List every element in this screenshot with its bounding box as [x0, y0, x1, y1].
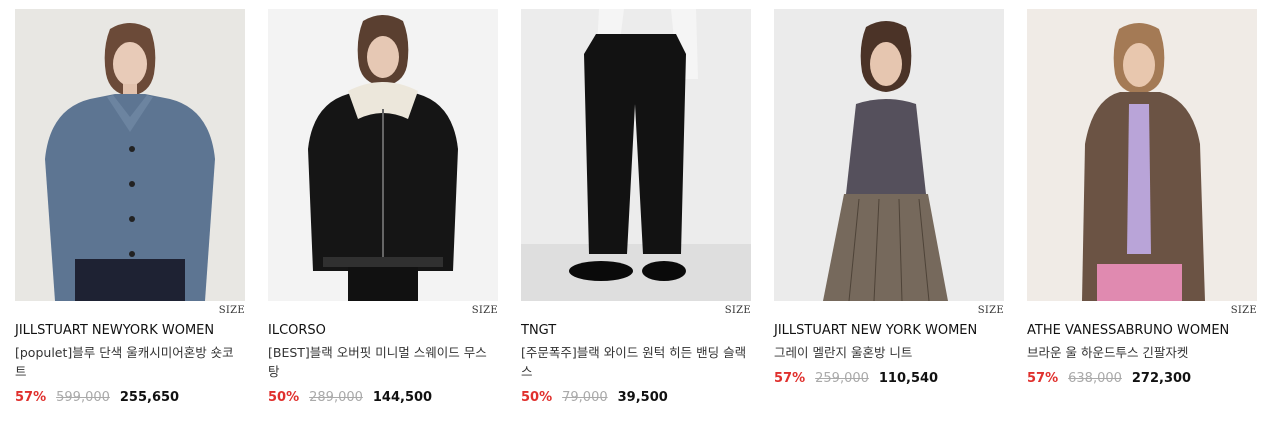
discount-rate: 50%	[268, 390, 300, 405]
original-price: 259,000	[815, 371, 869, 386]
product-image[interactable]	[1027, 9, 1257, 301]
product-name[interactable]: [BEST]블랙 오버핏 미니멀 스웨이드 무스탕	[268, 343, 498, 381]
original-price: 79,000	[562, 390, 608, 405]
discount-rate: 57%	[1027, 371, 1059, 386]
product-image[interactable]	[521, 9, 751, 301]
discount-rate: 50%	[521, 390, 553, 405]
size-label[interactable]: SIZE	[774, 302, 1004, 322]
product-brand[interactable]: JILLSTUART NEW YORK WOMEN	[774, 322, 1004, 340]
discount-rate: 57%	[15, 390, 47, 405]
product-brand[interactable]: ILCORSO	[268, 322, 498, 340]
sale-price: 110,540	[878, 371, 939, 386]
sale-price: 255,650	[119, 390, 180, 405]
product-image[interactable]	[268, 9, 498, 301]
product-image[interactable]	[15, 9, 245, 301]
price-row: 50% 79,000 39,500	[521, 390, 751, 405]
price-row: 57% 638,000 272,300	[1027, 371, 1257, 386]
product-card[interactable]: SIZE JILLSTUART NEW YORK WOMEN 그레이 멜란지 울…	[774, 9, 1004, 405]
discount-rate: 57%	[774, 371, 806, 386]
product-grid: SIZE JILLSTUART NEWYORK WOMEN [populet]블…	[15, 9, 1257, 405]
product-card[interactable]: SIZE TNGT [주문폭주]블랙 와이드 원턱 히든 밴딩 슬랙스 50% …	[521, 9, 751, 405]
size-label[interactable]: SIZE	[15, 302, 245, 322]
product-name[interactable]: [주문폭주]블랙 와이드 원턱 히든 밴딩 슬랙스	[521, 343, 751, 381]
sale-price: 272,300	[1131, 371, 1192, 386]
product-brand[interactable]: ATHE VANESSABRUNO WOMEN	[1027, 322, 1257, 340]
product-card[interactable]: SIZE ATHE VANESSABRUNO WOMEN 브라운 울 하운드투스…	[1027, 9, 1257, 405]
original-price: 599,000	[56, 390, 110, 405]
product-name[interactable]: [populet]블루 단색 울캐시미어혼방 숏코트	[15, 343, 245, 381]
size-label[interactable]: SIZE	[521, 302, 751, 322]
original-price: 289,000	[309, 390, 363, 405]
product-brand[interactable]: TNGT	[521, 322, 751, 340]
product-name[interactable]: 그레이 멜란지 울혼방 니트	[774, 343, 1004, 362]
price-row: 57% 259,000 110,540	[774, 371, 1004, 386]
original-price: 638,000	[1068, 371, 1122, 386]
size-label[interactable]: SIZE	[1027, 302, 1257, 322]
product-image[interactable]	[774, 9, 1004, 301]
price-row: 57% 599,000 255,650	[15, 390, 245, 405]
product-card[interactable]: SIZE ILCORSO [BEST]블랙 오버핏 미니멀 스웨이드 무스탕 5…	[268, 9, 498, 405]
sale-price: 39,500	[617, 390, 668, 405]
size-label[interactable]: SIZE	[268, 302, 498, 322]
product-brand[interactable]: JILLSTUART NEWYORK WOMEN	[15, 322, 245, 340]
sale-price: 144,500	[372, 390, 433, 405]
price-row: 50% 289,000 144,500	[268, 390, 498, 405]
product-card[interactable]: SIZE JILLSTUART NEWYORK WOMEN [populet]블…	[15, 9, 245, 405]
product-name[interactable]: 브라운 울 하운드투스 긴팔자켓	[1027, 343, 1257, 362]
